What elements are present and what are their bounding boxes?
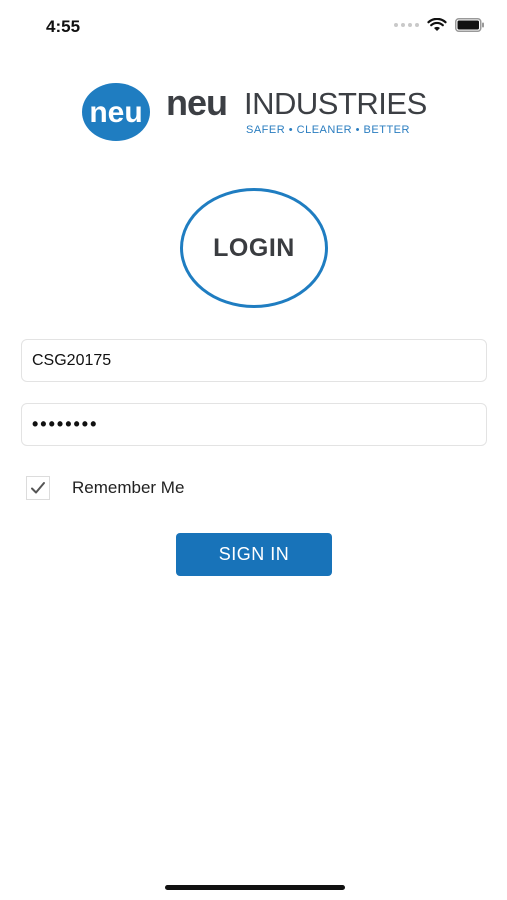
brand-neu-text: neu bbox=[166, 82, 228, 123]
logo-circle-text: neu bbox=[89, 96, 142, 129]
home-indicator[interactable] bbox=[165, 885, 345, 890]
brand-industries-text: INDUSTRIES bbox=[244, 86, 427, 121]
remember-me-checkbox[interactable] bbox=[26, 476, 50, 500]
wifi-icon bbox=[427, 18, 447, 31]
login-badge-label: LOGIN bbox=[213, 233, 295, 262]
signal-icon bbox=[394, 23, 419, 27]
battery-icon bbox=[455, 18, 484, 32]
remember-me-label: Remember Me bbox=[72, 478, 185, 497]
brand-tagline: SAFER • CLEANER • BETTER bbox=[246, 124, 410, 136]
checkmark-icon bbox=[31, 482, 45, 494]
remember-me-row[interactable]: Remember Me bbox=[26, 476, 184, 500]
neu-industries-logo: neu neu INDUSTRIES SAFER • CLEANER • BET… bbox=[80, 80, 427, 144]
password-input[interactable] bbox=[21, 403, 487, 446]
sign-in-button[interactable]: SIGN IN bbox=[176, 533, 332, 576]
login-badge: LOGIN bbox=[180, 188, 328, 308]
status-time: 4:55 bbox=[46, 17, 81, 36]
status-icons bbox=[394, 18, 485, 32]
username-input[interactable] bbox=[21, 339, 487, 382]
neu-logo-circle: neu bbox=[82, 83, 150, 141]
status-bar: 4:55 bbox=[0, 0, 507, 52]
